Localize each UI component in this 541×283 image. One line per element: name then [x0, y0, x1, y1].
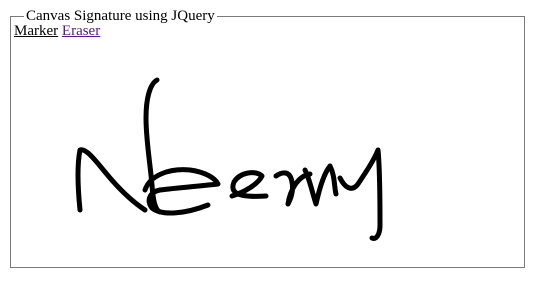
signature-stroke	[75, 147, 148, 213]
signature-strokes	[75, 77, 383, 241]
signature-canvas-area	[0, 0, 541, 283]
signature-canvas[interactable]	[0, 0, 541, 283]
signature-stroke	[337, 147, 383, 241]
signature-stroke	[273, 170, 313, 207]
signature-stroke	[229, 170, 269, 199]
